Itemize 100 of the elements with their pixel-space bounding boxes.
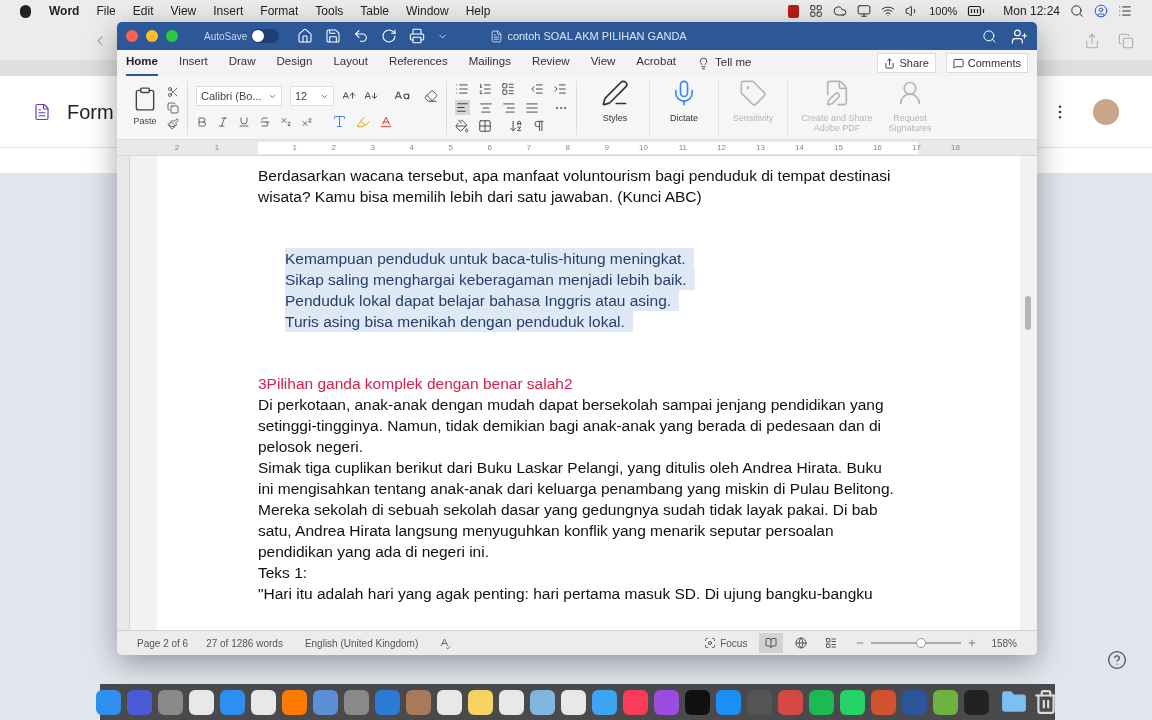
copy-icon[interactable]	[167, 101, 179, 114]
menu-item[interactable]: View	[170, 2, 197, 20]
multilevel-list-icon[interactable]	[501, 82, 515, 96]
app-icon[interactable]	[189, 689, 214, 715]
help-icon[interactable]	[1107, 650, 1127, 670]
decrease-indent-icon[interactable]	[530, 82, 544, 96]
increase-indent-icon[interactable]	[553, 82, 567, 96]
menu-item[interactable]: Window	[406, 2, 449, 20]
lightbulb-icon[interactable]	[697, 56, 710, 70]
font-field[interactable]: Calibri (Bo...	[196, 86, 282, 106]
superscript-icon[interactable]	[301, 115, 313, 128]
ribbon-tab[interactable]: Acrobat	[636, 50, 676, 76]
word-count[interactable]: 27 of 1286 words	[206, 635, 283, 651]
menu-item[interactable]: File	[96, 2, 116, 20]
bold-icon[interactable]	[196, 115, 208, 128]
subscript-icon[interactable]	[280, 115, 292, 128]
wifi-icon[interactable]	[881, 4, 896, 18]
dictate-button[interactable]: Dictate	[654, 78, 714, 137]
paste-button[interactable]: Paste	[127, 86, 163, 129]
autosave-toggle[interactable]	[251, 29, 280, 43]
cloud-icon[interactable]	[833, 4, 848, 18]
form-icon[interactable]	[33, 102, 51, 121]
menu-icon[interactable]	[1118, 4, 1132, 18]
app-icon[interactable]	[96, 689, 121, 715]
search-icon[interactable]	[982, 28, 997, 44]
menu-item[interactable]: Help	[465, 2, 491, 20]
share-button[interactable]: Share	[877, 53, 936, 73]
numbering-icon[interactable]	[478, 82, 492, 96]
app-icon[interactable]	[592, 689, 617, 715]
ribbon-tab[interactable]: Review	[531, 50, 570, 76]
user-icon[interactable]	[1094, 4, 1108, 18]
scrollbar[interactable]	[1020, 156, 1037, 630]
app-icon[interactable]	[499, 689, 524, 715]
undo-icon[interactable]	[353, 28, 370, 44]
view-button[interactable]	[759, 633, 784, 653]
ribbon-tab[interactable]: Insert	[178, 50, 208, 76]
styles-button[interactable]: Styles	[585, 78, 645, 137]
print-icon[interactable]	[409, 28, 426, 44]
strikethrough-icon[interactable]	[259, 115, 271, 128]
ribbon-tab[interactable]: View	[590, 50, 616, 76]
font-color-icon[interactable]	[379, 114, 393, 129]
search-icon[interactable]	[1070, 4, 1084, 18]
app-icon[interactable]	[251, 689, 276, 715]
app-icon[interactable]	[282, 689, 307, 715]
ribbon-tab[interactable]: Design	[276, 50, 313, 76]
menu-item[interactable]: Insert	[213, 2, 244, 20]
app-icon[interactable]	[530, 689, 555, 715]
display-icon[interactable]	[857, 4, 872, 18]
shading-icon[interactable]	[455, 119, 469, 133]
align-right-icon[interactable]	[502, 100, 516, 115]
app-icon[interactable]	[933, 689, 958, 715]
zoom-slider[interactable]	[871, 637, 962, 649]
app-status-icon[interactable]	[788, 4, 800, 18]
underline-icon[interactable]	[238, 115, 250, 128]
align-left-button[interactable]	[455, 100, 470, 115]
maximize-button[interactable]	[166, 30, 178, 42]
clear-formatting-icon[interactable]	[424, 89, 438, 103]
avatar[interactable]	[1093, 98, 1119, 125]
menu-item[interactable]: Format	[260, 2, 299, 20]
close-button[interactable]	[126, 30, 138, 42]
cut-icon[interactable]	[167, 85, 179, 98]
app-icon[interactable]	[468, 689, 493, 715]
comments-button[interactable]: Comments	[945, 53, 1028, 73]
trash-icon[interactable]	[1033, 689, 1059, 715]
folder-icon[interactable]	[1001, 689, 1027, 715]
bullets-icon[interactable]	[455, 82, 469, 96]
scrollbar-thumb[interactable]	[1025, 296, 1031, 330]
home-icon[interactable]	[297, 28, 314, 44]
format-painter-icon[interactable]	[167, 117, 179, 130]
proofing-icon[interactable]	[438, 636, 452, 650]
ribbon-tab[interactable]: Mailings	[468, 50, 511, 76]
app-icon[interactable]	[840, 689, 865, 715]
grid-icon[interactable]	[809, 4, 824, 18]
app-icon[interactable]	[561, 689, 586, 715]
share-person-icon[interactable]	[1011, 27, 1028, 45]
menu-item[interactable]: Table	[360, 2, 389, 20]
text-effects-icon[interactable]	[332, 114, 347, 129]
ribbon-tab[interactable]: References	[388, 50, 448, 76]
menu-item[interactable]: Edit	[132, 2, 154, 20]
document-icon[interactable]	[490, 29, 504, 43]
sort-icon[interactable]	[509, 119, 523, 133]
zoom-in-icon[interactable]	[967, 638, 978, 648]
minimize-button[interactable]	[146, 30, 158, 42]
align-center-icon[interactable]	[479, 100, 493, 115]
language-status[interactable]: English (United Kingdom)	[304, 635, 419, 651]
italic-icon[interactable]	[217, 115, 229, 128]
menu-item[interactable]: Tools	[315, 2, 344, 20]
apple-icon[interactable]	[20, 4, 31, 18]
app-icon[interactable]	[437, 689, 462, 715]
redo-icon[interactable]	[381, 28, 398, 44]
tell-me-field[interactable]: Tell me	[715, 54, 752, 72]
save-icon[interactable]	[325, 28, 342, 44]
ribbon-tab[interactable]: Layout	[333, 50, 368, 76]
font-size-field[interactable]: 12	[290, 86, 334, 106]
borders-icon[interactable]	[478, 119, 492, 133]
zoom-level[interactable]: 158%	[991, 635, 1017, 651]
pilcrow-icon[interactable]	[532, 119, 546, 133]
page-count[interactable]: Page 2 of 6	[137, 635, 189, 651]
app-icon[interactable]	[809, 689, 834, 715]
focus-button[interactable]: Focus	[704, 635, 748, 651]
